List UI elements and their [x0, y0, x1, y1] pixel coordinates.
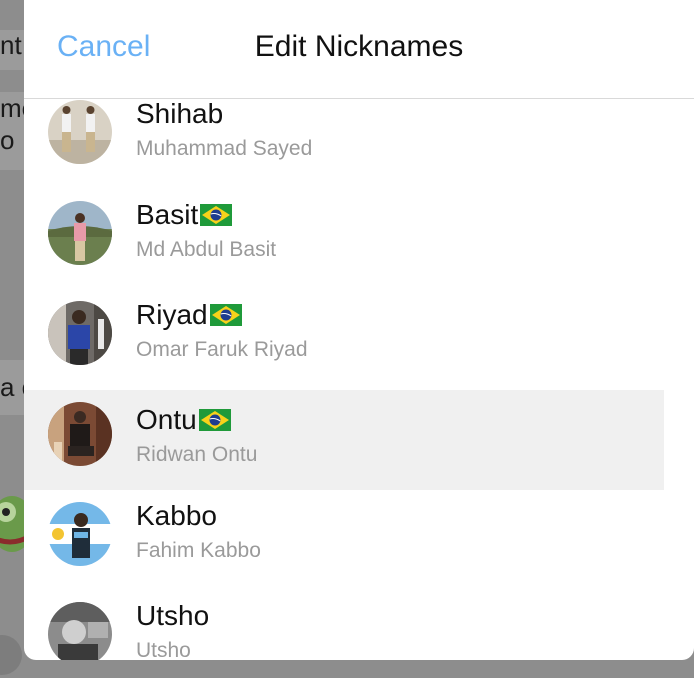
full-name-label: Md Abdul Basit	[136, 238, 277, 261]
nickname-row-basit[interactable]: Basit Md Abdul Basit	[24, 183, 664, 283]
avatar	[48, 100, 112, 164]
nickname-label: Kabbo	[136, 500, 217, 531]
nickname-label: Ontu	[136, 404, 231, 436]
nickname-row-shihab[interactable]: Shihab Muhammad Sayed	[24, 99, 664, 182]
edit-nicknames-modal: Cancel Edit Nicknames Shihab Muhammad Sa…	[24, 0, 694, 660]
full-name-label: Omar Faruk Riyad	[136, 338, 308, 361]
nickname-list[interactable]: Shihab Muhammad Sayed Basit Md Abdul Bas…	[24, 99, 694, 660]
brazil-flag-icon	[200, 204, 233, 226]
avatar	[48, 201, 112, 265]
avatar	[48, 502, 112, 566]
nickname-row-ontu[interactable]: Ontu Ridwan Ontu	[24, 390, 664, 490]
brazil-flag-icon	[198, 409, 231, 431]
avatar	[48, 402, 112, 466]
full-name-label: Utsho	[136, 639, 191, 660]
full-name-label: Fahim Kabbo	[136, 539, 261, 562]
brazil-flag-icon	[209, 304, 242, 326]
nickname-row-kabbo[interactable]: Kabbo Fahim Kabbo	[24, 484, 664, 584]
page-title: Edit Nicknames	[254, 30, 464, 63]
avatar	[48, 301, 112, 365]
full-name-label: Ridwan Ontu	[136, 443, 258, 466]
nickname-row-utsho[interactable]: Utsho Utsho	[24, 584, 664, 660]
nickname-row-riyad[interactable]: Riyad Omar Faruk Riyad	[24, 283, 664, 383]
modal-header: Cancel Edit Nicknames	[24, 0, 694, 99]
nickname-label: Utsho	[136, 600, 210, 631]
nickname-label: Riyad	[136, 299, 242, 331]
nickname-label: Basit	[136, 199, 233, 231]
full-name-label: Muhammad Sayed	[136, 137, 313, 160]
avatar	[48, 602, 112, 660]
nickname-label: Shihab	[136, 99, 224, 129]
